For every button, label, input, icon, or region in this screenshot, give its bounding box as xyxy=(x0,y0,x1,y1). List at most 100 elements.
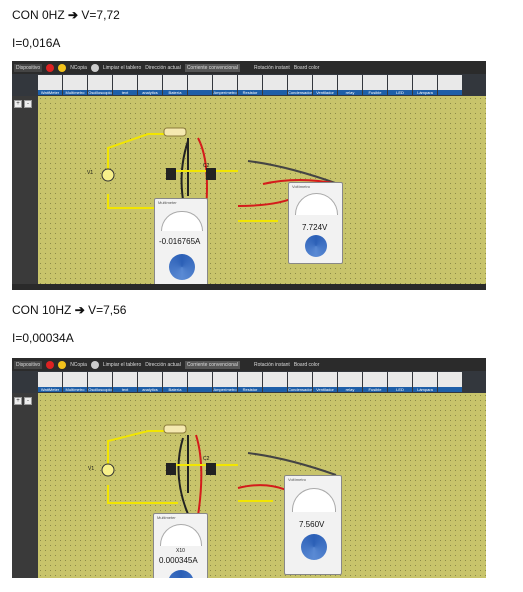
ncopia-button[interactable]: NCopia xyxy=(70,65,87,71)
voltmeter[interactable]: Voltímetro 7.560V xyxy=(284,475,342,575)
toolbar-tool[interactable]: Condensador xyxy=(288,372,312,392)
multimeter-knob[interactable] xyxy=(168,570,194,578)
toolbar-tool[interactable] xyxy=(438,75,462,95)
record-icon[interactable] xyxy=(46,63,55,72)
zoom-in-button[interactable]: + xyxy=(14,100,22,108)
multimeter-knob[interactable] xyxy=(169,254,195,280)
toolbar-tool[interactable]: Amperímetro xyxy=(213,75,237,95)
toolbar-tool[interactable]: Resistor xyxy=(238,75,262,95)
toolbar-tool[interactable]: analytics xyxy=(138,372,162,392)
component-toolbar: WattMeter Multímetro Oscilloscopio text anal… xyxy=(12,74,486,96)
smiley-icon[interactable] xyxy=(58,360,67,369)
toolbar-tool-label xyxy=(188,90,212,95)
toolbar-tool[interactable]: relay xyxy=(338,372,362,392)
zoom-out-button[interactable]: - xyxy=(24,397,32,405)
toolbar-tool[interactable]: text xyxy=(113,372,137,392)
toolbar-tool-label: Batería xyxy=(163,387,187,392)
toolbar-tool[interactable]: Oscilloscopio xyxy=(88,372,112,392)
toolbar-tool-label: Amperímetro xyxy=(213,387,237,392)
multimeter-scale: X10 xyxy=(176,548,185,554)
toolbar-tool[interactable]: Ventilador xyxy=(313,75,337,95)
toolbar-tool-label: Batería xyxy=(163,90,187,95)
multimeter-dial xyxy=(160,524,202,546)
toolbar-tool-label: analytics xyxy=(138,387,162,392)
direccion-button[interactable]: Dirección actual xyxy=(145,362,181,368)
toolbar-tool[interactable]: Ventilador xyxy=(313,372,337,392)
toolbar-tool[interactable]: Condensador xyxy=(288,75,312,95)
breadboard[interactable]: V1 C2 Multimeter X10 0.000345A Voltímetr… xyxy=(38,393,486,578)
limpiar-button[interactable]: Limpiar el tablero xyxy=(103,362,141,368)
toolbar-tool[interactable] xyxy=(263,372,287,392)
toolbar-tool[interactable] xyxy=(188,75,212,95)
side-panel: + - xyxy=(12,96,38,290)
voltmeter-dial xyxy=(295,193,338,215)
toolbar-tool-label: Lámpara xyxy=(413,90,437,95)
multimeter[interactable]: Multimeter X10 0.000345A xyxy=(153,513,208,578)
toolbar-tool-label xyxy=(438,90,462,95)
toolbar-tool[interactable]: Batería xyxy=(163,75,187,95)
direccion-button[interactable]: Dirección actual xyxy=(145,65,181,71)
toolbar-tool[interactable]: relay xyxy=(338,75,362,95)
dispositivo-tab[interactable]: Dispositivo xyxy=(14,360,43,369)
toolbar-tool-label: Oscilloscopio xyxy=(88,90,112,95)
multimeter-reading: 0.000345A xyxy=(159,556,198,565)
voltmeter-knob[interactable] xyxy=(305,235,327,257)
corriente-button[interactable]: Corriente convencional xyxy=(184,360,240,369)
toolbar-tool[interactable]: Batería xyxy=(163,372,187,392)
current-10hz: I=0,00034A xyxy=(12,331,74,345)
record-icon[interactable] xyxy=(46,360,55,369)
simulator-screenshot-0hz: Dispositivo NCopia Limpiar el tablero Di… xyxy=(12,61,486,290)
toolbar-tool[interactable]: Multímetro xyxy=(63,372,87,392)
toolbar-tool-label: Ventilador xyxy=(313,90,337,95)
toolbar-tool-label: Fusible xyxy=(363,90,387,95)
voltmeter[interactable]: Voltímetro 7.724V xyxy=(288,182,343,264)
breadboard[interactable]: V1 C2 Multimeter -0.016765A Voltímetro 7… xyxy=(38,96,486,290)
toolbar-tool-label: WattMeter xyxy=(38,90,62,95)
circuit-wires xyxy=(101,127,339,237)
multimeter[interactable]: Multimeter -0.016765A xyxy=(154,198,208,290)
toolbar-tool[interactable] xyxy=(438,372,462,392)
board-color-button[interactable]: Board color xyxy=(294,362,320,368)
toolbar-tool-label xyxy=(438,387,462,392)
toolbar-tool[interactable]: Lámpara xyxy=(413,75,437,95)
board-color-button[interactable]: Board color xyxy=(294,65,320,71)
toolbar-tool[interactable] xyxy=(188,372,212,392)
multimeter-title: Multimeter xyxy=(158,200,177,205)
toolbar-tool[interactable]: WattMeter xyxy=(38,372,62,392)
corriente-button[interactable]: Corriente convencional xyxy=(184,63,240,72)
toolbar-tool[interactable]: Lámpara xyxy=(413,372,437,392)
toolbar-tool[interactable]: Fusible xyxy=(363,372,387,392)
rotacion-button[interactable]: Rotación instant xyxy=(254,362,290,368)
voltmeter-knob[interactable] xyxy=(301,534,327,560)
heading-10hz-prefix: CON 10HZ xyxy=(12,303,72,317)
toolbar-tool[interactable]: Oscilloscopio xyxy=(88,75,112,95)
current-0hz: I=0,016A xyxy=(12,36,61,50)
heading-0hz-voltage: V=7,72 xyxy=(81,8,120,22)
clear-icon[interactable] xyxy=(90,360,99,369)
toolbar-tool[interactable]: text xyxy=(113,75,137,95)
smiley-icon[interactable] xyxy=(58,63,67,72)
rotacion-button[interactable]: Rotación instant xyxy=(254,65,290,71)
toolbar-tool[interactable]: LED xyxy=(388,75,412,95)
toolbar-tool[interactable] xyxy=(263,75,287,95)
ncopia-button[interactable]: NCopia xyxy=(70,362,87,368)
toolbar-tool[interactable]: Multímetro xyxy=(63,75,87,95)
toolbar-tool[interactable]: Amperímetro xyxy=(213,372,237,392)
clear-icon[interactable] xyxy=(90,63,99,72)
heading-0hz-prefix: CON 0HZ xyxy=(12,8,65,22)
limpiar-button[interactable]: Limpiar el tablero xyxy=(103,65,141,71)
toolbar-tool-label: text xyxy=(113,90,137,95)
toolbar-tool-label: LED xyxy=(388,90,412,95)
arrow-icon: ➔ xyxy=(68,8,79,22)
toolbar-tool[interactable]: WattMeter xyxy=(38,75,62,95)
zoom-in-button[interactable]: + xyxy=(14,397,22,405)
toolbar-tool[interactable]: analytics xyxy=(138,75,162,95)
dispositivo-tab[interactable]: Dispositivo xyxy=(14,63,43,72)
top-bar: Dispositivo NCopia Limpiar el tablero Di… xyxy=(12,358,486,371)
toolbar-tool[interactable]: Fusible xyxy=(363,75,387,95)
toolbar-tool[interactable]: Resistor xyxy=(238,372,262,392)
toolbar-tool[interactable]: LED xyxy=(388,372,412,392)
multimeter-title: Multimeter xyxy=(157,515,176,520)
side-panel: + - xyxy=(12,393,38,578)
zoom-out-button[interactable]: - xyxy=(24,100,32,108)
